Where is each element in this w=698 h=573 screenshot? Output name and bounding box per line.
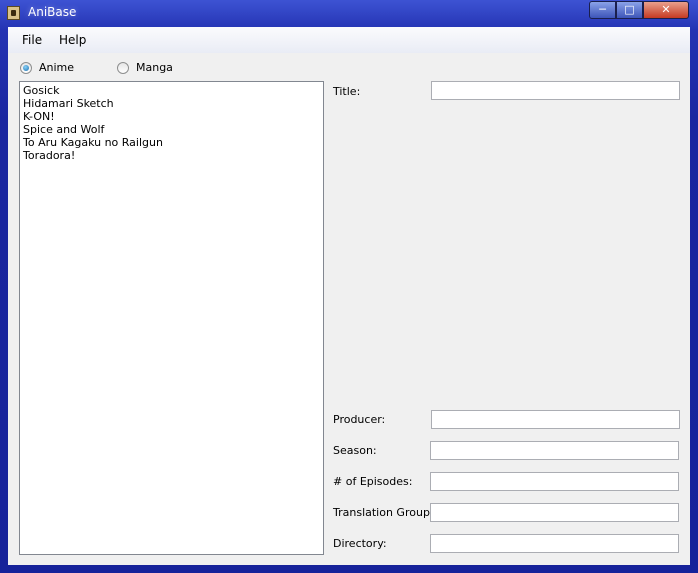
radio-anime[interactable]: Anime bbox=[20, 61, 100, 77]
radio-manga-button[interactable] bbox=[117, 62, 129, 74]
title-bar[interactable]: AniBase ─ □ ✕ bbox=[0, 0, 698, 26]
maximize-button[interactable]: □ bbox=[616, 1, 643, 19]
list-item[interactable]: To Aru Kagaku no Railgun bbox=[23, 136, 163, 149]
title-field[interactable] bbox=[431, 81, 680, 100]
title-listbox[interactable]: Gosick Hidamari Sketch K-ON! Spice and W… bbox=[19, 81, 324, 555]
radio-manga[interactable]: Manga bbox=[117, 61, 197, 77]
episodes-field[interactable] bbox=[430, 472, 679, 491]
close-button[interactable]: ✕ bbox=[643, 1, 689, 19]
menu-file[interactable]: File bbox=[22, 33, 42, 47]
menu-help[interactable]: Help bbox=[59, 33, 86, 47]
episodes-label: # of Episodes: bbox=[333, 475, 413, 488]
maximize-icon: □ bbox=[624, 3, 635, 16]
list-item[interactable]: Hidamari Sketch bbox=[23, 97, 114, 110]
list-item[interactable]: K-ON! bbox=[23, 110, 55, 123]
list-item[interactable]: Spice and Wolf bbox=[23, 123, 104, 136]
client-area: File Help Anime Manga Gosick Hidamari Sk… bbox=[8, 27, 690, 565]
radio-anime-button[interactable] bbox=[20, 62, 32, 74]
minimize-icon: ─ bbox=[599, 3, 606, 16]
producer-field[interactable] bbox=[431, 410, 680, 429]
app-window: AniBase ─ □ ✕ File Help Anime Manga Gosi… bbox=[0, 0, 698, 573]
translation-group-field[interactable] bbox=[430, 503, 679, 522]
radio-anime-label: Anime bbox=[39, 61, 75, 74]
season-label: Season: bbox=[333, 444, 377, 457]
close-icon: ✕ bbox=[661, 3, 671, 16]
season-field[interactable] bbox=[430, 441, 679, 460]
window-title: AniBase bbox=[28, 5, 77, 19]
app-icon[interactable] bbox=[7, 6, 20, 20]
minimize-button[interactable]: ─ bbox=[589, 1, 616, 19]
translation-group-label: Translation Group: bbox=[333, 506, 434, 519]
directory-field[interactable] bbox=[430, 534, 679, 553]
title-label: Title: bbox=[333, 85, 361, 98]
list-item[interactable]: Gosick bbox=[23, 84, 59, 97]
menu-bar: File Help bbox=[8, 27, 690, 53]
producer-label: Producer: bbox=[333, 413, 386, 426]
radio-manga-label: Manga bbox=[136, 61, 173, 74]
list-item[interactable]: Toradora! bbox=[23, 149, 75, 162]
directory-label: Directory: bbox=[333, 537, 387, 550]
